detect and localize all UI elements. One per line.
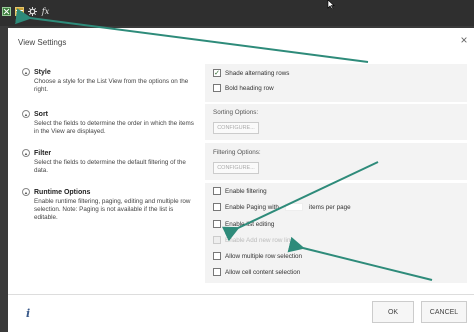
section-sort-title: Sort [34, 110, 48, 118]
enable-paging-checkbox[interactable] [213, 203, 221, 211]
section-runtime-title: Runtime Options [34, 188, 91, 196]
dialog-title: View Settings [18, 38, 67, 47]
filtering-options-label: Filtering Options: [213, 149, 261, 156]
option-shade-rows[interactable]: ✓ Shade alternating rows [213, 69, 289, 77]
option-bold-heading[interactable]: Bold heading row [213, 84, 274, 92]
configure-filter-button[interactable]: CONFIGURE... [213, 162, 259, 174]
data-icon[interactable] [15, 6, 24, 16]
option-add-new-row-link: Enable Add new row link [213, 236, 294, 244]
section-style-desc: Choose a style for the List View from th… [34, 78, 189, 94]
multiple-row-selection-checkbox[interactable] [213, 252, 221, 260]
section-sort: ▲ Sort Select the fields to determine th… [22, 110, 197, 136]
cell-content-selection-checkbox[interactable] [213, 268, 221, 276]
section-runtime-options: ▲ Runtime Options Enable runtime filteri… [22, 188, 197, 223]
sorting-options-label: Sorting Options: [213, 109, 259, 116]
section-style-header[interactable]: ▲ Style [22, 68, 197, 76]
cancel-button[interactable]: CANCEL [421, 301, 467, 323]
section-style: ▲ Style Choose a style for the List View… [22, 68, 197, 94]
collapse-icon[interactable]: ▲ [22, 68, 30, 76]
section-runtime-header[interactable]: ▲ Runtime Options [22, 188, 197, 196]
excel-icon[interactable] [2, 6, 11, 16]
close-icon[interactable]: × [458, 34, 470, 46]
mouse-cursor-icon [327, 0, 335, 9]
section-runtime-desc: Enable runtime filtering, paging, editin… [34, 198, 191, 222]
items-per-page-input[interactable] [284, 203, 303, 211]
option-enable-list-editing[interactable]: Enable list editing [213, 220, 274, 228]
add-new-row-checkbox [213, 236, 221, 244]
section-sort-desc: Select the fields to determine the order… [34, 120, 194, 136]
configure-sort-button[interactable]: CONFIGURE... [213, 122, 259, 134]
option-multiple-row-selection[interactable]: Allow multiple row selection [213, 252, 302, 260]
app-toolbar: fx [0, 0, 474, 26]
shade-rows-checkbox[interactable]: ✓ [213, 69, 221, 77]
settings-icon[interactable] [28, 6, 37, 16]
option-enable-filtering[interactable]: Enable filtering [213, 187, 267, 195]
runtime-options-panel: Enable filtering Enable Paging with item… [205, 183, 467, 283]
section-filter: ▲ Filter Select the fields to determine … [22, 149, 197, 175]
section-filter-header[interactable]: ▲ Filter [22, 149, 197, 157]
formula-icon[interactable]: fx [41, 6, 50, 16]
ok-button[interactable]: OK [372, 301, 414, 323]
toolbar-icons: fx [2, 6, 50, 16]
section-filter-title: Filter [34, 149, 52, 157]
collapse-icon[interactable]: ▲ [22, 188, 30, 196]
section-filter-desc: Select the fields to determine the defau… [34, 159, 186, 175]
option-enable-paging[interactable]: Enable Paging with items per page [213, 203, 351, 211]
view-settings-dialog: View Settings × ▲ Style Choose a style f… [8, 28, 474, 332]
section-style-title: Style [34, 68, 51, 76]
dialog-footer: i OK CANCEL [8, 294, 474, 332]
bold-heading-checkbox[interactable] [213, 84, 221, 92]
sort-options-panel: Sorting Options: CONFIGURE... [205, 104, 467, 140]
option-cell-content-selection[interactable]: Allow cell content selection [213, 268, 300, 276]
collapse-icon[interactable]: ▲ [22, 149, 30, 157]
style-options-panel: ✓ Shade alternating rows Bold heading ro… [205, 64, 467, 102]
section-sort-header[interactable]: ▲ Sort [22, 110, 197, 118]
info-icon[interactable]: i [26, 307, 30, 320]
filter-options-panel: Filtering Options: CONFIGURE... [205, 143, 467, 180]
enable-list-editing-checkbox[interactable] [213, 220, 221, 228]
collapse-icon[interactable]: ▲ [22, 110, 30, 118]
enable-filtering-checkbox[interactable] [213, 187, 221, 195]
